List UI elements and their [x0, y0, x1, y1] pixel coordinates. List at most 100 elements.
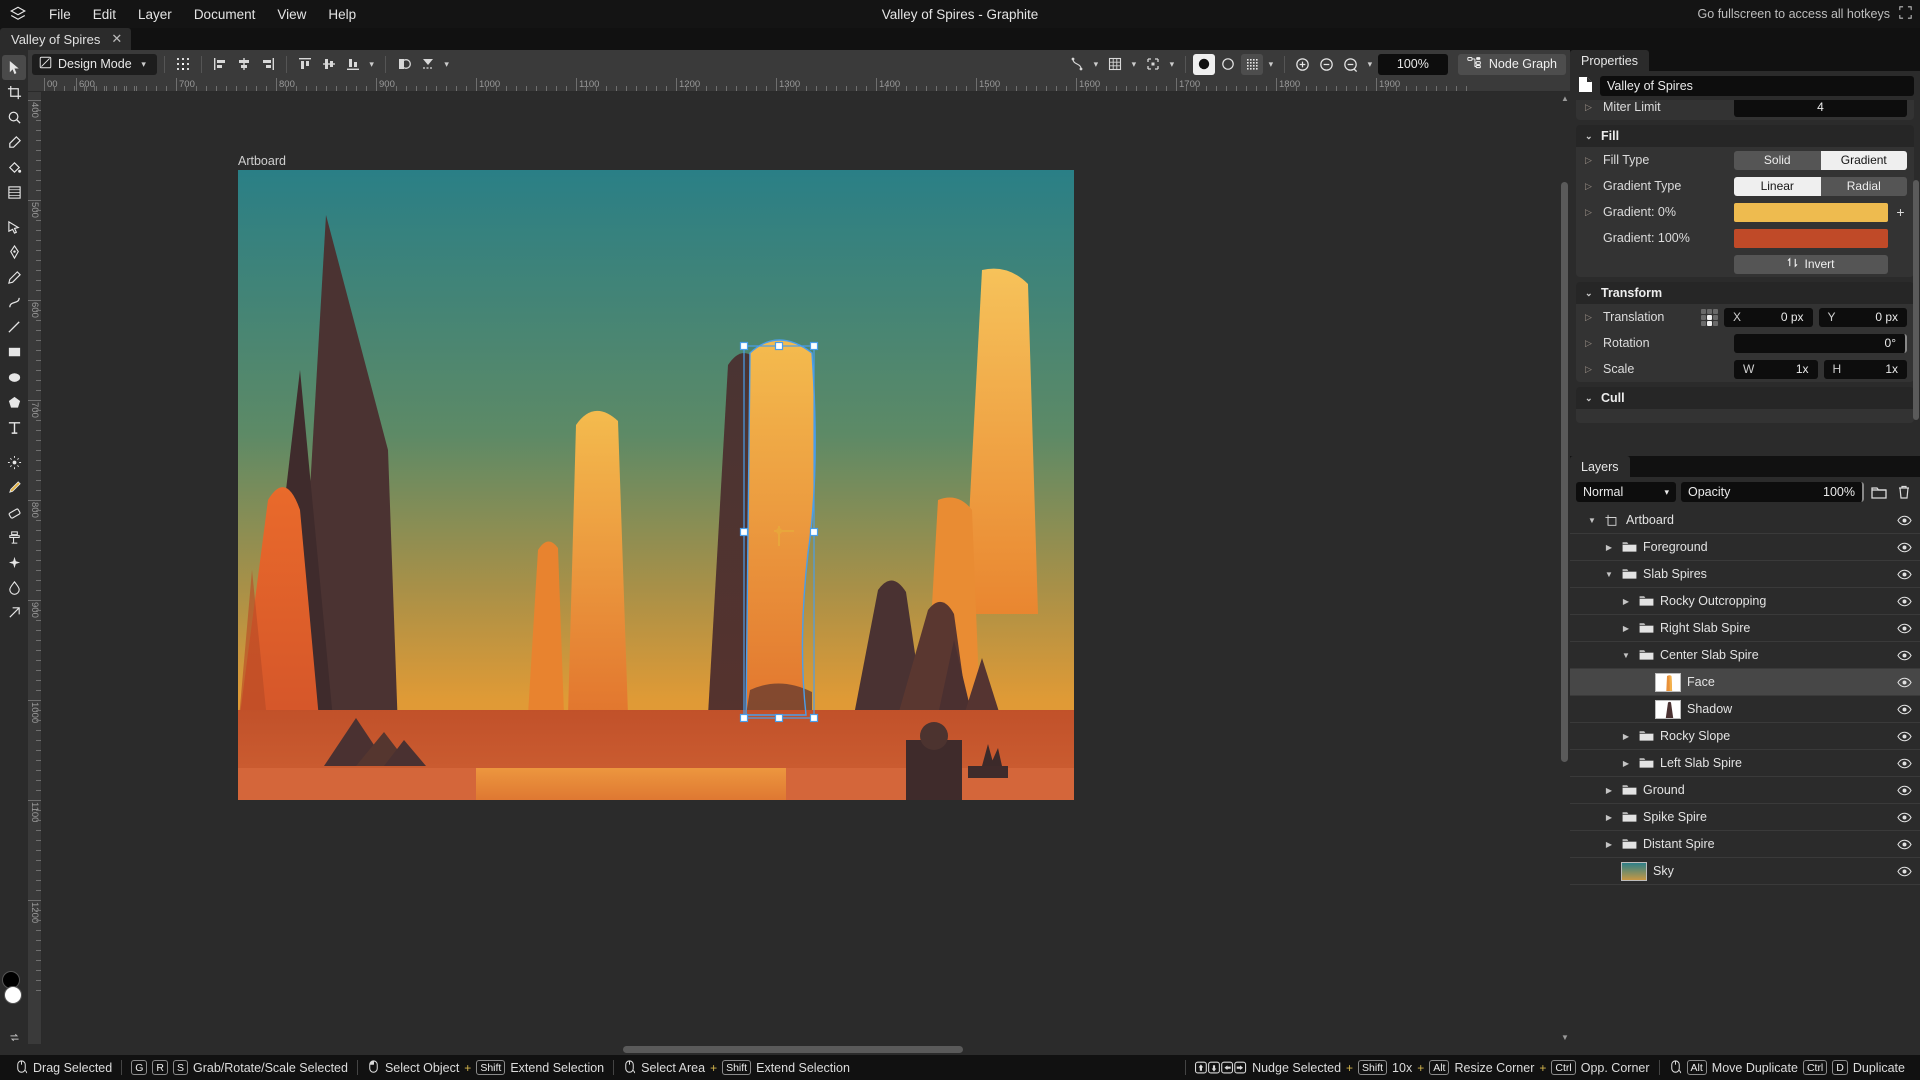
zoom-in-icon[interactable] — [1292, 54, 1314, 75]
layer-row-rocky-outcropping[interactable]: ▶ Rocky Outcropping — [1570, 588, 1920, 615]
overlays-chevron-down-icon[interactable]: ▾ — [1166, 54, 1178, 75]
eye-icon[interactable] — [1896, 515, 1912, 526]
expand-triangle-icon[interactable]: ▼ — [1603, 570, 1615, 579]
gradient-type-linear-button[interactable]: Linear — [1734, 176, 1821, 196]
freehand-tool[interactable] — [2, 265, 26, 290]
invert-gradient-button[interactable]: Invert — [1734, 254, 1888, 274]
polygon-tool[interactable] — [2, 390, 26, 415]
view-mode-chevron-down-icon[interactable]: ▾ — [1265, 54, 1277, 75]
relight-tool[interactable] — [2, 600, 26, 625]
gradient-100-color-swatch[interactable] — [1734, 228, 1888, 248]
property-row-fill-type[interactable]: ▷ Fill Type Solid Gradient — [1576, 147, 1914, 173]
menu-document[interactable]: Document — [183, 4, 267, 25]
eye-icon[interactable] — [1896, 839, 1912, 850]
gradient-tool[interactable] — [2, 180, 26, 205]
fill-type-solid-button[interactable]: Solid — [1734, 150, 1821, 170]
align-top-icon[interactable] — [294, 54, 316, 75]
artboard-tool[interactable] — [2, 80, 26, 105]
text-tool[interactable] — [2, 415, 26, 440]
align-vertical-center-icon[interactable] — [318, 54, 340, 75]
cull-section-header[interactable]: ⌄ Cull — [1576, 387, 1914, 409]
collapse-triangle-icon[interactable]: ▶ — [1603, 786, 1615, 795]
chevron-down-icon[interactable]: ⌄ — [1585, 288, 1594, 299]
expand-triangle-icon[interactable]: ▼ — [1586, 516, 1598, 525]
property-row-translation[interactable]: ▷ Translation X 0 px Y 0 px — [1576, 304, 1914, 330]
layer-row-sky[interactable]: Sky — [1570, 858, 1920, 885]
navigate-tool[interactable] — [2, 105, 26, 130]
zoom-out-icon[interactable] — [1316, 54, 1338, 75]
collapsed-triangle-icon[interactable]: ▷ — [1585, 181, 1597, 192]
node-graph-button[interactable]: Node Graph — [1457, 53, 1566, 75]
property-row-gradient-type[interactable]: ▷ Gradient Type Linear Radial — [1576, 173, 1914, 199]
layer-row-distant-spire[interactable]: ▶ Distant Spire — [1570, 831, 1920, 858]
horizontal-scrollbar-thumb[interactable] — [623, 1046, 963, 1053]
expand-triangle-icon[interactable]: ▼ — [1620, 651, 1632, 660]
eye-icon[interactable] — [1896, 812, 1912, 823]
line-tool[interactable] — [2, 315, 26, 340]
layer-row-slab-spires[interactable]: ▼ Slab Spires — [1570, 561, 1920, 588]
vertical-ruler[interactable]: 400 500 600 700 800 900 1000 1100 1200 — [28, 92, 42, 1044]
anchor-grid-icon[interactable] — [1701, 308, 1718, 326]
chevron-down-icon[interactable]: ⌄ — [1585, 131, 1594, 142]
layer-row-rocky-slope[interactable]: ▶ Rocky Slope — [1570, 723, 1920, 750]
eyedropper-tool[interactable] — [2, 130, 26, 155]
collapsed-triangle-icon[interactable]: ▷ — [1585, 312, 1597, 323]
ellipse-tool[interactable] — [2, 365, 26, 390]
zoom-chevron-down-icon[interactable]: ▾ — [1364, 54, 1376, 75]
menu-view[interactable]: View — [266, 4, 317, 25]
menu-help[interactable]: Help — [317, 4, 367, 25]
brush-tool[interactable] — [2, 450, 26, 475]
layer-row-artboard[interactable]: ▼ Artboard — [1570, 507, 1920, 534]
collapse-triangle-icon[interactable]: ▶ — [1620, 624, 1632, 633]
new-folder-icon[interactable] — [1869, 482, 1889, 502]
vertical-scrollbar-thumb[interactable] — [1561, 182, 1568, 762]
secondary-color-swatch[interactable] — [4, 986, 22, 1004]
layer-row-left-slab-spire[interactable]: ▶ Left Slab Spire — [1570, 750, 1920, 777]
plus-icon[interactable]: + — [1894, 204, 1907, 220]
overlays-icon[interactable] — [1142, 54, 1164, 75]
view-mode-outline-icon[interactable] — [1217, 54, 1239, 75]
eye-icon[interactable] — [1896, 542, 1912, 553]
properties-scrollbar-thumb[interactable] — [1913, 180, 1919, 420]
align-right-icon[interactable] — [257, 54, 279, 75]
chevron-down-icon[interactable]: ▾ — [138, 54, 150, 75]
collapsed-triangle-icon[interactable]: ▷ — [1585, 338, 1597, 349]
select-tool[interactable] — [2, 55, 26, 80]
property-row-invert[interactable]: ▷ Invert — [1576, 251, 1914, 277]
property-row-gradient-0[interactable]: ▷ Gradient: 0% + — [1576, 199, 1914, 225]
snapping-chevron-down-icon[interactable]: ▾ — [1090, 54, 1102, 75]
flatten-chevron-down-icon[interactable]: ▾ — [441, 54, 453, 75]
scale-w-input[interactable]: W 1x — [1734, 359, 1818, 379]
collapse-triangle-icon[interactable]: ▶ — [1620, 597, 1632, 606]
clone-stamp-tool[interactable] — [2, 525, 26, 550]
menu-layer[interactable]: Layer — [127, 4, 183, 25]
layer-row-foreground[interactable]: ▶ Foreground — [1570, 534, 1920, 561]
collapsed-triangle-icon[interactable]: ▷ — [1585, 207, 1597, 218]
view-mode-pixels-icon[interactable] — [1240, 53, 1263, 75]
miter-limit-input[interactable]: 4 — [1734, 100, 1907, 117]
chevron-down-icon[interactable]: ▾ — [1664, 487, 1669, 498]
menu-file[interactable]: File — [38, 4, 82, 25]
property-row-rotation[interactable]: ▷ Rotation 0° — [1576, 330, 1914, 356]
eye-icon[interactable] — [1896, 731, 1912, 742]
align-left-icon[interactable] — [209, 54, 231, 75]
grid-chevron-down-icon[interactable]: ▾ — [1128, 54, 1140, 75]
collapse-triangle-icon[interactable]: ▶ — [1603, 813, 1615, 822]
chevron-down-icon[interactable]: ⌄ — [1585, 393, 1594, 404]
spline-tool[interactable] — [2, 290, 26, 315]
layer-row-spike-spire[interactable]: ▶ Spike Spire — [1570, 804, 1920, 831]
paintbrush-tool[interactable] — [2, 475, 26, 500]
collapsed-triangle-icon[interactable]: ▷ — [1585, 364, 1597, 375]
horizontal-ruler[interactable]: 00 600 700 800 900 1000 1100 1200 1300 1400 1500 16… — [28, 78, 1570, 92]
eye-icon[interactable] — [1896, 596, 1912, 607]
pen-tool[interactable] — [2, 240, 26, 265]
translation-y-input[interactable]: Y 0 px — [1818, 307, 1907, 327]
menu-edit[interactable]: Edit — [82, 4, 127, 25]
opacity-input[interactable]: Opacity 100% — [1681, 482, 1864, 502]
layer-name-input[interactable]: Valley of Spires — [1600, 76, 1914, 96]
flatten-icon[interactable] — [417, 54, 439, 75]
property-row-miter-limit[interactable]: ▷ Miter Limit 4 — [1576, 100, 1914, 120]
grid-icon[interactable] — [1104, 54, 1126, 75]
cull-clipped-row[interactable] — [1576, 409, 1914, 423]
properties-scroll-area[interactable]: ▷ Miter Limit 4 ⌄ Fill ▷ Fill Type Solid… — [1570, 100, 1920, 456]
